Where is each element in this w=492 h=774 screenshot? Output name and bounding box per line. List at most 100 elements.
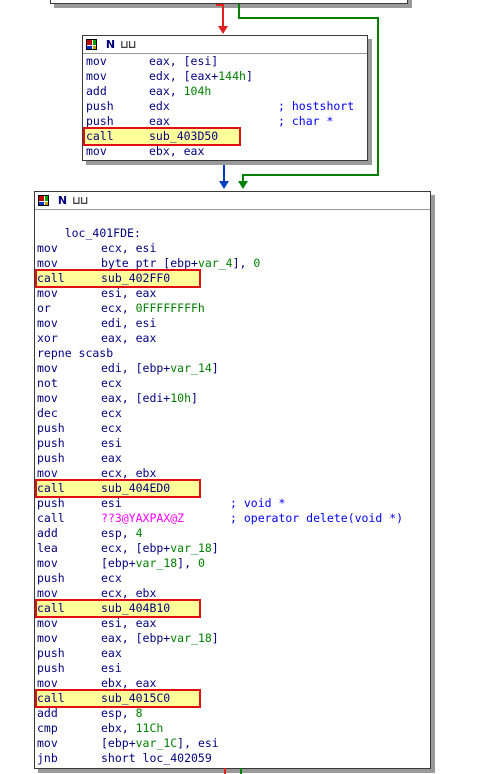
code-line[interactable]: repne scasb <box>35 346 430 361</box>
mnemonic: push <box>37 451 65 465</box>
code-line[interactable]: xor eax, eax <box>35 331 430 346</box>
code-line[interactable]: mov ecx, esi <box>35 241 430 256</box>
operands: eax, [ebp+var_18] <box>101 631 219 646</box>
code-line[interactable]: push edx ; hostshort <box>83 99 367 114</box>
code-line[interactable]: mov ebx, eax <box>83 144 367 159</box>
code-line[interactable]: or ecx, 0FFFFFFFFh <box>35 301 430 316</box>
code-line[interactable]: mov eax, [ebp+var_18] <box>35 631 430 646</box>
mnemonic: repne scasb <box>37 346 114 360</box>
operand-text: ecx, [ebp+ <box>101 541 171 555</box>
operand-text: eax, [ebp+ <box>101 631 171 645</box>
code-line[interactable]: push eax <box>35 646 430 661</box>
code-line[interactable]: not ecx <box>35 376 430 391</box>
graph-grid-icon[interactable] <box>86 39 97 50</box>
code-line[interactable]: dec ecx <box>35 406 430 421</box>
code-line[interactable]: push ecx <box>35 571 430 586</box>
code-line[interactable]: mov edi, esi <box>35 316 430 331</box>
code-line[interactable]: mov esi, eax <box>35 616 430 631</box>
comment: ; operator delete(void *) <box>230 511 404 525</box>
operands: sub_404ED0 <box>101 481 170 496</box>
operands: edx, [eax+144h] <box>149 69 253 84</box>
code-line[interactable]: call sub_404B10 <box>35 599 430 618</box>
operand-text: eax <box>101 646 122 660</box>
number-literal: 144h <box>218 69 246 83</box>
edge-green-arrow <box>238 181 248 189</box>
operands: eax <box>101 451 122 466</box>
bars-icon[interactable]: ⊔⊔ <box>120 39 137 50</box>
operand-text: eax, eax <box>101 331 157 345</box>
code-line[interactable]: mov [ebp+var_1C], esi <box>35 736 430 751</box>
code-line[interactable]: push eax <box>35 451 430 466</box>
code-line[interactable]: mov [ebp+var_18], 0 <box>35 556 430 571</box>
comment: ; char * <box>278 114 334 128</box>
operands: sub_4015C0 <box>101 691 170 706</box>
operands: ecx, esi <box>101 241 156 256</box>
code-line[interactable]: call sub_404ED0 <box>35 479 430 498</box>
code-line[interactable]: call sub_4015C0 <box>35 689 430 708</box>
code-line[interactable]: mov eax, [esi] <box>83 54 367 69</box>
import-name: ??3@YAXPAX@Z <box>101 511 185 525</box>
code-line[interactable]: push esi ; void * <box>35 496 430 511</box>
mnemonic: add <box>37 706 58 720</box>
operand-text: ebx, <box>101 721 136 735</box>
node-n-icon[interactable]: N <box>105 39 116 50</box>
edge-blue-vertical <box>223 160 225 182</box>
block-header[interactable]: N ⊔⊔ <box>83 36 367 54</box>
mnemonic: push <box>37 571 65 585</box>
operands: ebx, 11Ch <box>101 721 163 736</box>
code-line[interactable]: push esi <box>35 661 430 676</box>
stack-var: var_14 <box>170 361 212 375</box>
code-line[interactable]: push esi <box>35 436 430 451</box>
code-line[interactable]: call sub_402FF0 <box>35 269 430 288</box>
bars-icon[interactable]: ⊔⊔ <box>72 195 89 206</box>
code-line[interactable]: add esp, 4 <box>35 526 430 541</box>
edge-red-vertical <box>222 4 224 28</box>
edge-out-red <box>224 768 226 774</box>
number-literal: 0 <box>253 256 261 270</box>
operand-text: ] <box>191 391 198 405</box>
operand-text: ] <box>211 631 219 645</box>
operand-text: sub_4015C0 <box>101 691 171 705</box>
code-block-1[interactable]: N ⊔⊔ mov eax, [esi] mov edx, [eax+144h] add e… <box>82 35 368 161</box>
code-line[interactable]: cmp ebx, 11Ch <box>35 721 430 736</box>
operand-text: ] <box>211 361 219 375</box>
code-line[interactable]: add eax, 104h <box>83 84 367 99</box>
operands: esp, 4 <box>101 526 143 541</box>
code-line[interactable]: mov edi, [ebp+var_14] <box>35 361 430 376</box>
mnemonic: mov <box>86 69 107 83</box>
code-line[interactable]: lea ecx, [ebp+var_18] <box>35 541 430 556</box>
operands: ebx, eax <box>149 144 204 159</box>
node-n-icon[interactable]: N <box>57 195 68 206</box>
code-line[interactable]: push ecx <box>35 421 430 436</box>
operands: esi, eax <box>101 616 156 631</box>
mnemonic: mov <box>37 631 58 645</box>
previous-block-fragment[interactable] <box>50 0 408 4</box>
graph-grid-icon[interactable] <box>38 195 49 206</box>
stack-var: var_18 <box>170 541 212 555</box>
mnemonic: mov <box>37 556 58 570</box>
mnemonic: mov <box>86 144 107 158</box>
code-line[interactable]: add esp, 8 <box>35 706 430 721</box>
mnemonic: push <box>86 99 114 113</box>
operands: esi <box>101 661 122 676</box>
mnemonic: mov <box>37 286 58 300</box>
operand-text: esp, <box>101 526 136 540</box>
mnemonic: push <box>37 421 65 435</box>
code-line[interactable]: mov edx, [eax+144h] <box>83 69 367 84</box>
code-line[interactable]: mov esi, eax <box>35 286 430 301</box>
block-header[interactable]: N ⊔⊔ <box>35 192 430 210</box>
code-block-2[interactable]: N ⊔⊔ loc_401FDE: mov ecx, esi mov byte ptr … <box>34 191 431 769</box>
stack-var: var_4 <box>197 256 233 270</box>
code-label[interactable]: loc_401FDE: <box>37 226 141 241</box>
mnemonic: mov <box>37 736 58 750</box>
operand-text: sub_402FF0 <box>101 271 171 285</box>
operands: ecx, [ebp+var_18] <box>101 541 219 556</box>
code-line[interactable]: call sub_403D50 <box>83 127 367 146</box>
mnemonic: push <box>37 436 65 450</box>
code-line[interactable]: call ??3@YAXPAX@Z ; operator delete(void *… <box>35 511 430 526</box>
stack-var: var_18 <box>135 556 178 570</box>
code-line[interactable]: mov eax, [edi+10h] <box>35 391 430 406</box>
number-literal: 0 <box>197 556 205 570</box>
code-line[interactable]: jnb short loc_402059 <box>35 751 430 766</box>
operand-text: edi, [ebp+ <box>101 361 171 375</box>
